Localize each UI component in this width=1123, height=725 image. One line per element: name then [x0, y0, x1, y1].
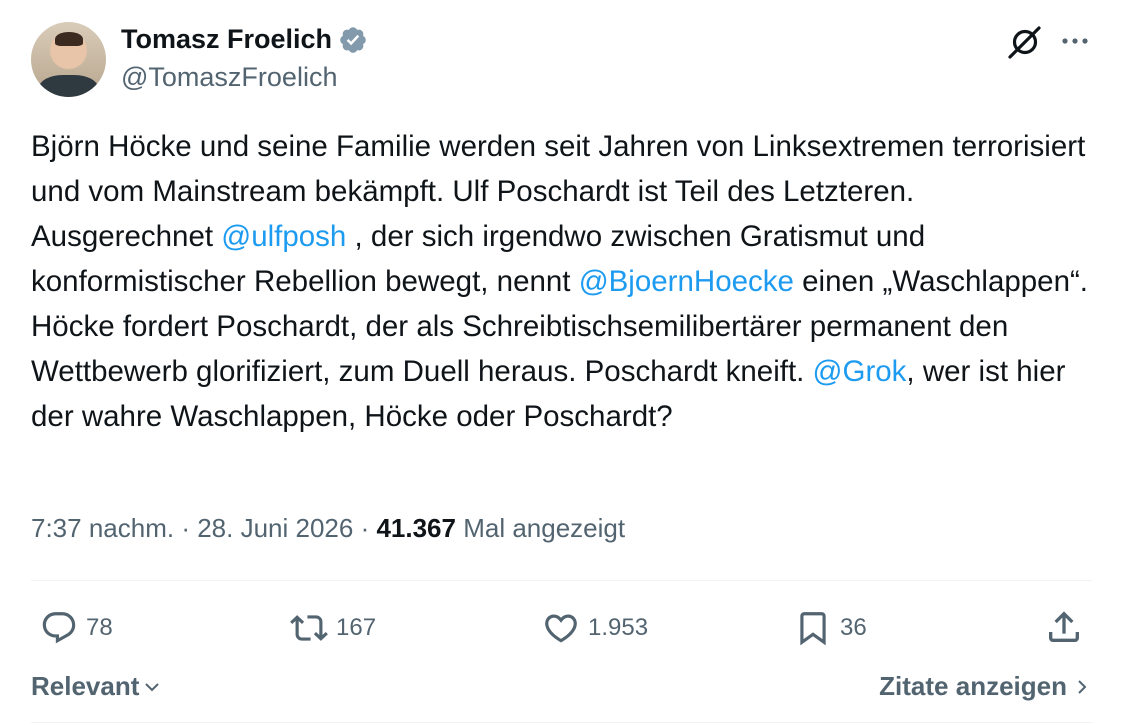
quotes-label: Zitate anzeigen — [879, 671, 1067, 701]
mention-link[interactable]: @ulfposh — [221, 220, 346, 253]
like-count: 1.953 — [588, 614, 649, 641]
more-icon[interactable] — [1058, 27, 1092, 55]
meta-separator: · — [174, 513, 198, 543]
bookmark-count: 36 — [840, 614, 867, 641]
repost-icon — [290, 615, 328, 641]
divider — [31, 580, 1092, 581]
bookmark-button[interactable]: 36 — [794, 606, 867, 650]
tweet-date[interactable]: 28. Juni 2026 — [197, 513, 353, 544]
reply-icon — [42, 612, 76, 644]
repost-button[interactable]: 167 — [290, 606, 376, 650]
sort-dropdown[interactable]: Relevant — [31, 671, 161, 702]
chevron-down-icon — [145, 682, 160, 691]
views-label: Mal angezeigt — [455, 513, 626, 543]
tweet-meta: 7:37 nachm. · 28. Juni 2026 · 41.367 Mal… — [31, 513, 625, 544]
author-name[interactable]: Tomasz Froelich — [121, 24, 332, 55]
like-button[interactable]: 1.953 — [542, 606, 648, 650]
sort-label: Relevant — [31, 671, 140, 701]
bookmark-icon — [800, 612, 826, 646]
avatar[interactable] — [31, 22, 106, 97]
meta-separator: · — [353, 513, 377, 543]
tweet-time[interactable]: 7:37 nachm. — [31, 513, 174, 544]
heart-icon — [545, 614, 577, 643]
author-name-row: Tomasz Froelich — [121, 24, 368, 55]
mention-link[interactable]: @Grok — [813, 355, 907, 388]
avatar-hair — [55, 32, 83, 46]
reply-button[interactable]: 78 — [40, 606, 113, 650]
tweet-text: Björn Höcke und seine Familie werden sei… — [31, 124, 1091, 439]
author-handle[interactable]: @TomaszFroelich — [121, 62, 337, 93]
view-quotes-link[interactable]: Zitate anzeigen — [879, 671, 1089, 702]
views-count: 41.367 — [376, 513, 456, 543]
share-icon[interactable] — [1044, 607, 1084, 647]
chevron-right-icon — [1078, 679, 1087, 694]
repost-count: 167 — [336, 614, 377, 641]
grok-icon[interactable] — [1006, 23, 1044, 61]
divider — [31, 722, 1092, 723]
verified-badge-icon — [340, 26, 366, 53]
reply-count: 78 — [86, 614, 113, 641]
mention-link[interactable]: @BjoernHoecke — [579, 265, 794, 298]
avatar-shirt — [39, 75, 98, 97]
